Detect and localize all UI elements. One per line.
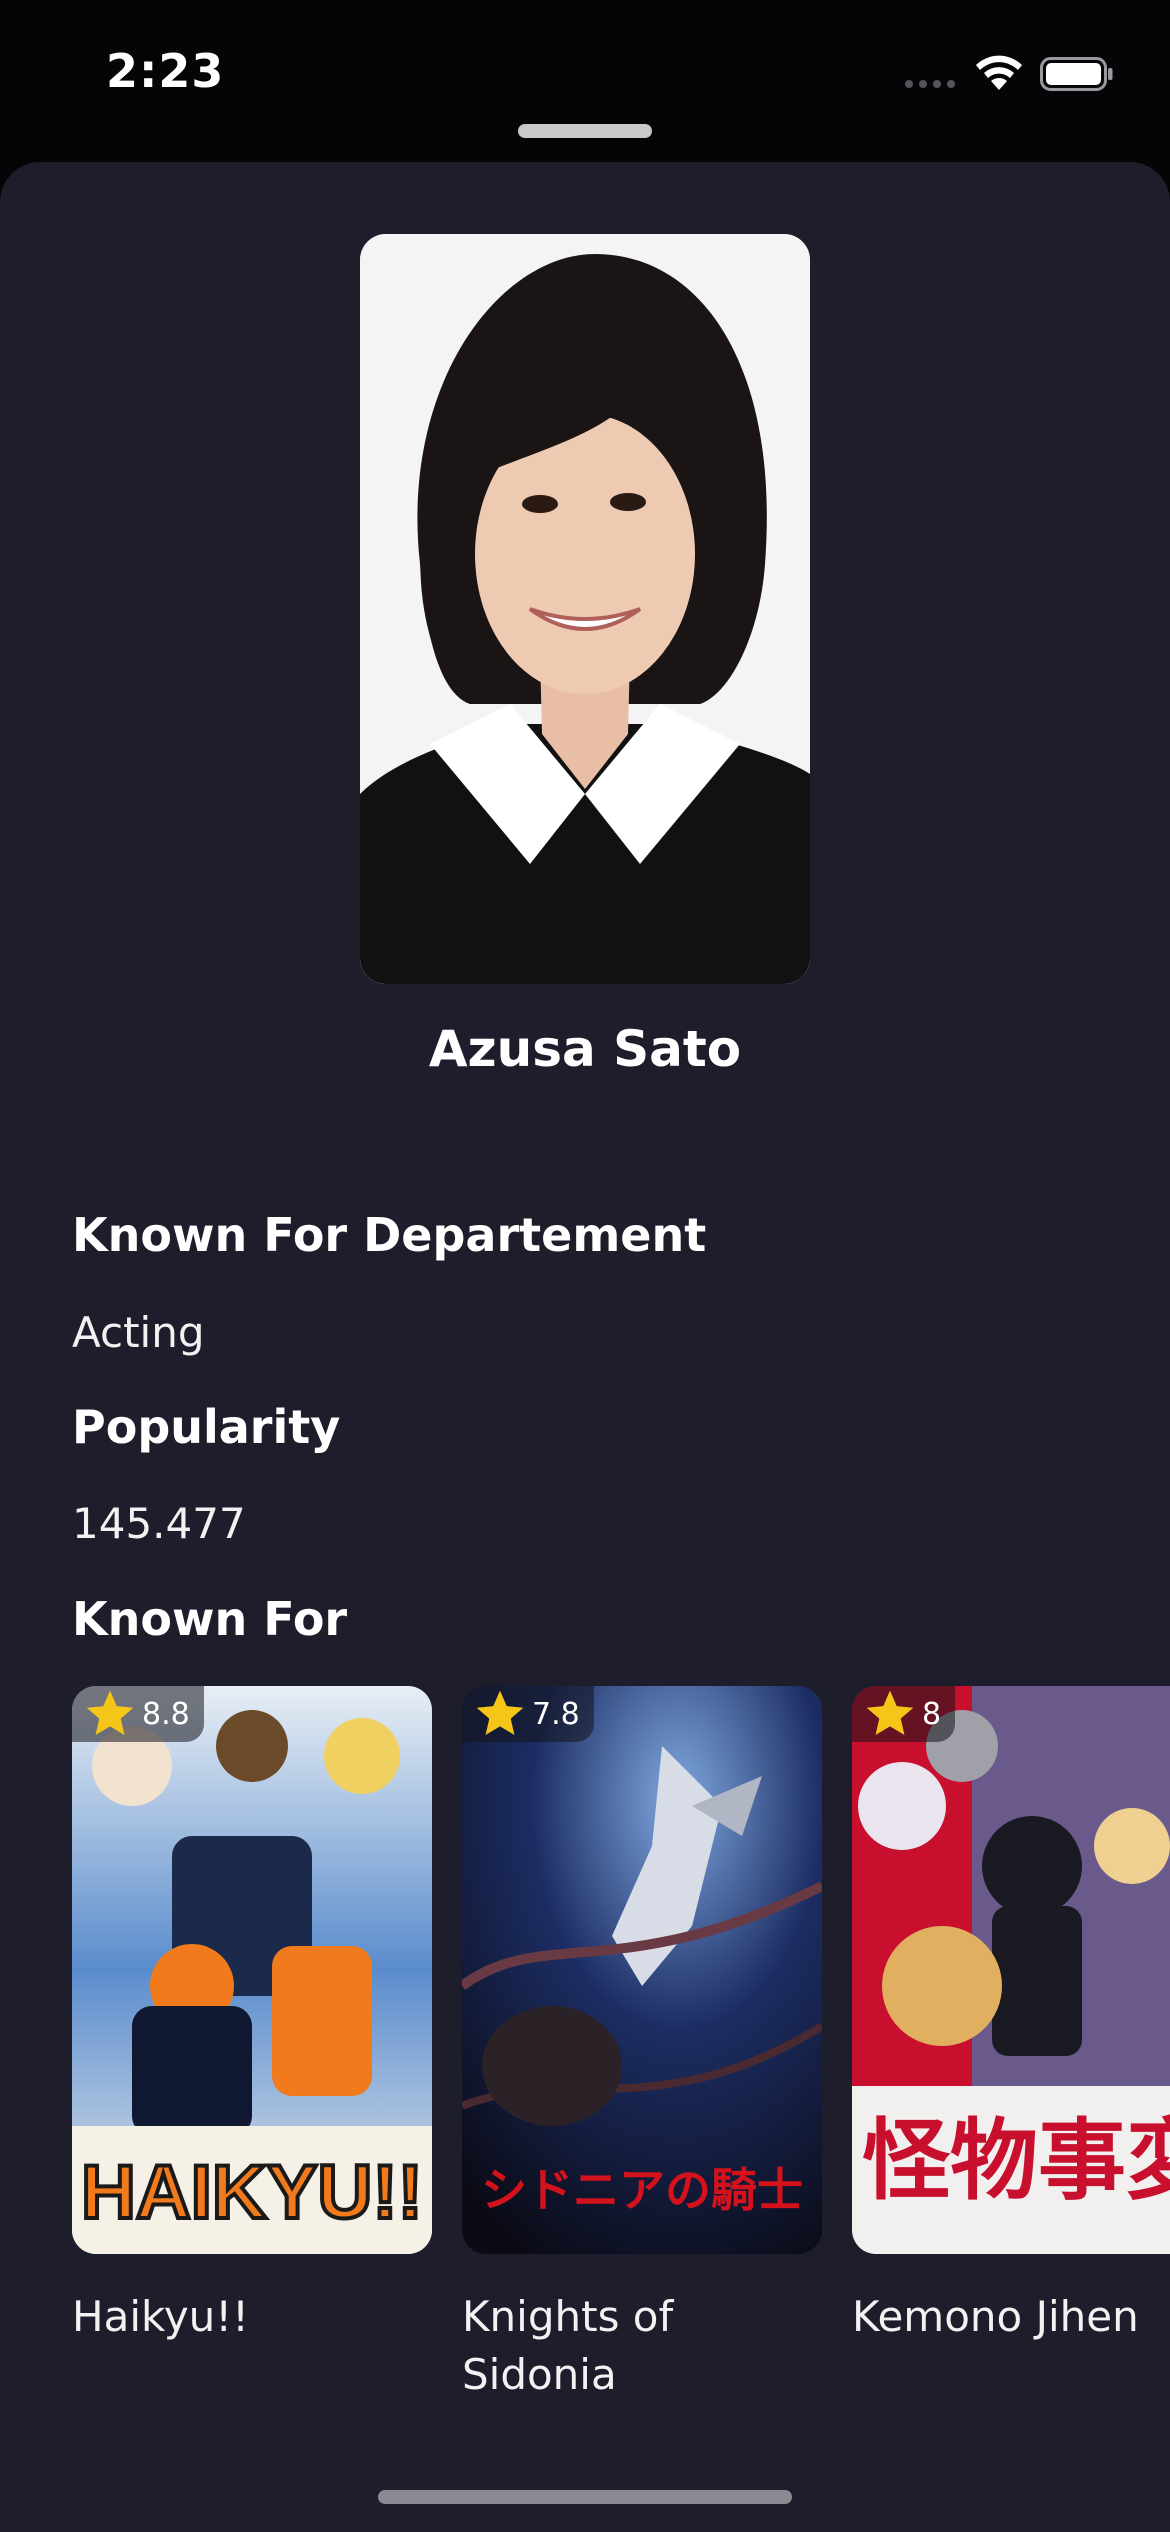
svg-text:怪物事変: 怪物事変 bbox=[862, 2108, 1170, 2212]
sheet-grabber[interactable] bbox=[518, 124, 652, 138]
poster-image: HAIKYU!! bbox=[72, 1686, 432, 2254]
profile-photo bbox=[360, 234, 810, 984]
card-title[interactable]: Haikyu!! bbox=[72, 2288, 432, 2346]
poster-kemono-jihen[interactable]: 怪物事変 8 bbox=[852, 1686, 1170, 2254]
known-for-card[interactable]: HAIKYU!! 8.8 Haikyu!! bbox=[72, 1686, 432, 2346]
rating-value: 8 bbox=[922, 1696, 942, 1732]
popularity-value: 145.477 bbox=[72, 1499, 246, 1548]
star-icon bbox=[86, 1690, 134, 1735]
person-detail-sheet: Azusa Sato Known For Departement Acting … bbox=[0, 162, 1170, 2532]
card-title[interactable]: Kemono Jihen bbox=[852, 2288, 1170, 2346]
poster-image: 怪物事変 bbox=[852, 1686, 1170, 2254]
rating-badge: 7.8 bbox=[462, 1686, 594, 1742]
poster-haikyu[interactable]: HAIKYU!! 8.8 bbox=[72, 1686, 432, 2254]
rating-badge: 8.8 bbox=[72, 1686, 204, 1742]
card-title[interactable]: Knights of Sidonia bbox=[462, 2288, 822, 2404]
battery-icon bbox=[1040, 57, 1113, 91]
portrait-photo-image bbox=[360, 234, 810, 984]
known-for-card[interactable]: 怪物事変 8 Kemono Jihen bbox=[852, 1686, 1170, 2346]
status-time: 2:23 bbox=[106, 44, 225, 98]
person-name: Azusa Sato bbox=[428, 1020, 742, 1078]
popularity-heading: Popularity bbox=[72, 1400, 341, 1454]
known-for-heading: Known For bbox=[72, 1592, 348, 1646]
star-icon bbox=[476, 1690, 524, 1735]
svg-text:シドニアの騎士: シドニアの騎士 bbox=[481, 2163, 803, 2217]
cellular-signal-icon bbox=[905, 80, 955, 88]
known-for-card[interactable]: シドニアの騎士 7.8 Knights of Sidonia bbox=[462, 1686, 822, 2404]
rating-value: 8.8 bbox=[142, 1696, 190, 1732]
wifi-icon bbox=[976, 55, 1022, 90]
star-icon bbox=[866, 1690, 914, 1735]
rating-value: 7.8 bbox=[532, 1696, 580, 1732]
poster-knights-of-sidonia[interactable]: シドニアの騎士 7.8 bbox=[462, 1686, 822, 2254]
home-indicator[interactable] bbox=[378, 2490, 792, 2504]
department-heading: Known For Departement bbox=[72, 1208, 707, 1262]
poster-image: シドニアの騎士 bbox=[462, 1686, 822, 2254]
svg-text:HAIKYU!!: HAIKYU!! bbox=[81, 2150, 423, 2235]
status-bar: 2:23 bbox=[0, 0, 1170, 150]
rating-badge: 8 bbox=[852, 1686, 956, 1742]
department-value: Acting bbox=[72, 1308, 205, 1357]
